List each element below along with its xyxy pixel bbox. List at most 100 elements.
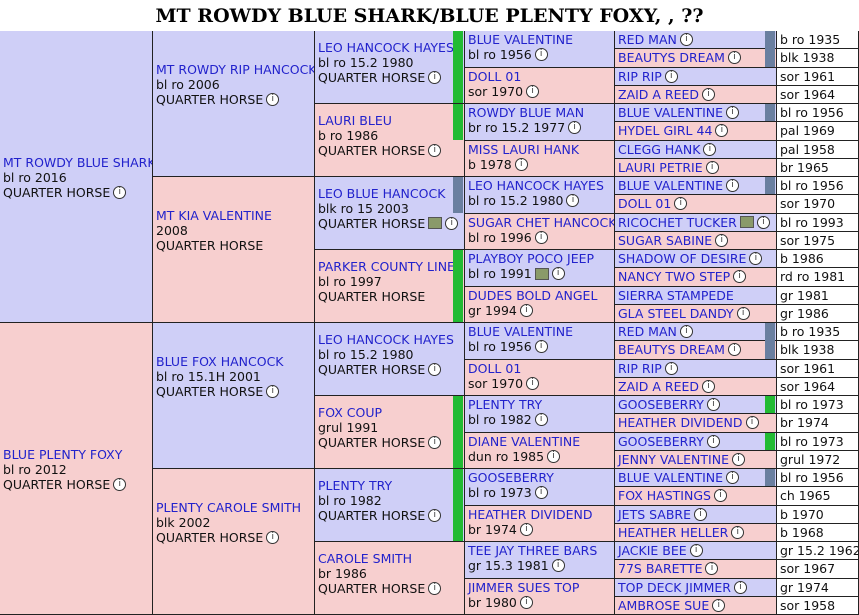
info-icon[interactable]: i [519, 595, 533, 609]
info-icon[interactable]: i [534, 486, 548, 499]
info-icon[interactable]: i [526, 376, 540, 390]
horse-name-link[interactable]: MT ROWDY BLUE SHARK [3, 155, 152, 170]
horse-name-link[interactable]: CLEGG HANK [618, 142, 700, 157]
horse-name-link[interactable]: LEO HANCOCK HAYES [468, 178, 611, 193]
photo-icon[interactable] [428, 217, 443, 229]
info-icon[interactable]: i [266, 531, 280, 544]
info-icon[interactable]: i [705, 562, 719, 576]
info-icon[interactable]: i [727, 343, 741, 357]
horse-name-link[interactable]: TEE JAY THREE BARS [468, 543, 611, 558]
horse-name-link[interactable]: PLENTY TRY [318, 478, 461, 493]
horse-name-link[interactable]: BLUE VALENTINE [618, 470, 723, 485]
horse-name-link[interactable]: PARKER COUNTY LINE [318, 259, 461, 274]
horse-name-link[interactable]: LEO BLUE HANCOCK [318, 186, 461, 201]
horse-name-link[interactable]: HEATHER DIVIDEND [468, 507, 611, 522]
info-icon[interactable]: i [726, 471, 740, 484]
horse-name-link[interactable]: HEATHER DIVIDEND [618, 415, 743, 430]
info-icon[interactable]: i [428, 143, 442, 157]
horse-name-link[interactable]: GOOSEBERRY [618, 397, 704, 412]
info-icon[interactable]: i [749, 252, 763, 265]
horse-name-link[interactable]: RED MAN [618, 324, 677, 339]
horse-name-link[interactable]: RED MAN [618, 32, 677, 47]
horse-name-link[interactable]: SHADOW OF DESIRE [618, 251, 746, 266]
horse-name-link[interactable]: BLUE FOX HANCOCK [156, 354, 311, 369]
horse-name-link[interactable]: GOOSEBERRY [618, 434, 704, 449]
horse-name-link[interactable]: BLUE PLENTY FOXY [3, 447, 149, 462]
horse-name-link[interactable]: RIP RIP [618, 69, 662, 84]
horse-name-link[interactable]: HEATHER HELLER [618, 525, 728, 540]
info-icon[interactable]: i [745, 416, 759, 430]
info-icon[interactable]: i [731, 452, 745, 466]
horse-name-link[interactable]: LEO HANCOCK HAYES [318, 40, 461, 55]
info-icon[interactable]: i [428, 581, 442, 595]
info-icon[interactable]: i [702, 379, 716, 393]
info-icon[interactable]: i [702, 87, 716, 101]
horse-name-link[interactable]: JETS SABRE [618, 507, 691, 522]
info-icon[interactable]: i [664, 361, 678, 375]
horse-name-link[interactable]: FOX HASTINGS [618, 488, 711, 503]
horse-name-link[interactable]: BLUE VALENTINE [468, 324, 611, 339]
horse-name-link[interactable]: TOP DECK JIMMER [618, 580, 731, 595]
horse-name-link[interactable]: GLA STEEL DANDY [618, 306, 734, 321]
horse-name-link[interactable]: DOLL 01 [468, 361, 611, 376]
info-icon[interactable]: i [694, 507, 708, 521]
info-icon[interactable]: i [519, 303, 533, 317]
horse-name-link[interactable]: SIERRA STAMPEDE [618, 288, 734, 303]
horse-name-link[interactable]: 77S BARETTE [618, 561, 702, 576]
horse-name-link[interactable]: DOLL 01 [618, 196, 671, 211]
horse-name-link[interactable]: AMBROSE SUE [618, 598, 709, 613]
info-icon[interactable]: i [712, 598, 726, 612]
info-icon[interactable]: i [428, 362, 442, 376]
horse-name-link[interactable]: JENNY VALENTINE [618, 452, 729, 467]
info-icon[interactable]: i [706, 434, 720, 448]
info-icon[interactable]: i [733, 580, 747, 594]
info-icon[interactable]: i [705, 160, 719, 174]
info-icon[interactable]: i [428, 70, 442, 84]
info-icon[interactable]: i [736, 306, 750, 320]
info-icon[interactable]: i [727, 51, 741, 65]
horse-name-link[interactable]: LAURI PETRIE [618, 160, 703, 175]
info-icon[interactable]: i [428, 508, 442, 522]
horse-name-link[interactable]: SUGAR CHET HANCOCK [468, 215, 614, 230]
horse-name-link[interactable]: MISS LAURI HANK [468, 142, 611, 157]
horse-name-link[interactable]: BEAUTYS DREAM [618, 342, 725, 357]
horse-name-link[interactable]: FOX COUP [318, 405, 461, 420]
horse-name-link[interactable]: JIMMER SUES TOP [468, 580, 611, 595]
horse-name-link[interactable]: PLAYBOY POCO JEEP [468, 251, 611, 266]
horse-name-link[interactable]: PLENTY TRY [468, 397, 611, 412]
info-icon[interactable]: i [568, 121, 582, 134]
horse-name-link[interactable]: PLENTY CAROLE SMITH [156, 500, 311, 515]
info-icon[interactable]: i [715, 233, 729, 247]
horse-name-link[interactable]: ROWDY BLUE MAN [468, 105, 611, 120]
info-icon[interactable]: i [566, 194, 580, 207]
horse-name-link[interactable]: BEAUTYS DREAM [618, 50, 725, 65]
info-icon[interactable]: i [534, 48, 548, 61]
info-icon[interactable]: i [547, 449, 561, 463]
info-icon[interactable]: i [713, 489, 727, 503]
info-icon[interactable]: i [703, 142, 717, 156]
info-icon[interactable]: i [519, 522, 533, 536]
info-icon[interactable]: i [679, 325, 693, 338]
info-icon[interactable]: i [551, 559, 565, 572]
info-icon[interactable]: i [731, 525, 745, 539]
horse-name-link[interactable]: ZAID A REED [618, 87, 699, 102]
info-icon[interactable]: i [428, 435, 442, 449]
horse-name-link[interactable]: DIANE VALENTINE [468, 434, 611, 449]
info-icon[interactable]: i [733, 270, 747, 284]
horse-name-link[interactable]: JACKIE BEE [618, 543, 687, 558]
horse-name-link[interactable]: BLUE VALENTINE [618, 105, 723, 120]
info-icon[interactable]: i [266, 93, 280, 106]
horse-name-link[interactable]: RIP RIP [618, 361, 662, 376]
horse-name-link[interactable]: ZAID A REED [618, 379, 699, 394]
info-icon[interactable]: i [266, 385, 280, 398]
horse-name-link[interactable]: BLUE VALENTINE [618, 178, 723, 193]
info-icon[interactable]: i [526, 84, 540, 98]
info-icon[interactable]: i [726, 106, 740, 119]
info-icon[interactable]: i [514, 157, 528, 171]
info-icon[interactable]: i [445, 216, 459, 230]
horse-name-link[interactable]: GOOSEBERRY [468, 470, 611, 485]
info-icon[interactable]: i [551, 267, 565, 280]
horse-name-link[interactable]: CAROLE SMITH [318, 551, 461, 566]
info-icon[interactable]: i [756, 215, 770, 229]
info-icon[interactable]: i [679, 33, 693, 46]
